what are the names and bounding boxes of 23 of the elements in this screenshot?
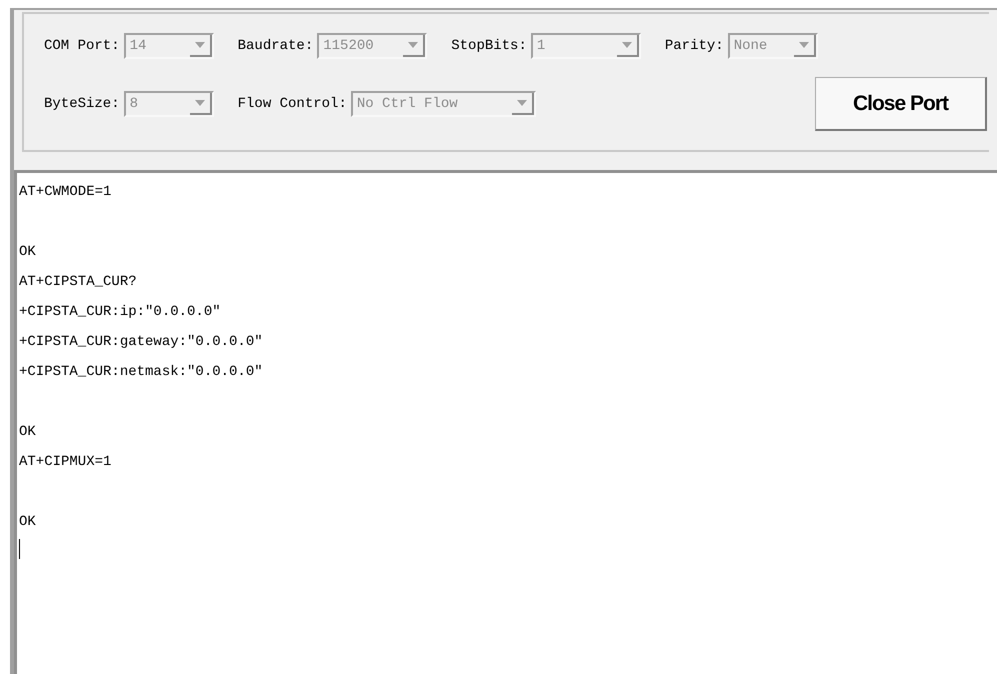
field-label: StopBits: <box>451 36 527 56</box>
field-label: Flow Control: <box>238 94 347 114</box>
dropdown-value: 8 <box>128 94 140 114</box>
dropdown-value: 115200 <box>322 36 375 56</box>
dropdown-value: No Ctrl Flow <box>356 94 459 114</box>
close-port-button[interactable]: Close Port <box>815 77 987 131</box>
terminal-line: OK <box>19 423 36 442</box>
terminal-line: AT+CIPMUX=1 <box>19 453 112 472</box>
terminal-output[interactable]: AT+CWMODE=1 OK AT+CIPSTA_CUR? +CIPSTA_CUR:ip:"0.0.0.0" +CIPSTA_CUR:gateway:"0.0.0.0" +CIPSTA_CUR:netmask:"0.0.0.0" OK AT+CIPMUX=1 OK <box>14 170 997 674</box>
terminal-line: OK <box>19 243 36 262</box>
field-label: Baudrate: <box>238 36 314 56</box>
field-label: ByteSize: <box>44 94 120 114</box>
terminal-line: AT+CIPSTA_CUR? <box>19 273 137 292</box>
terminal-line: +CIPSTA_CUR:ip:"0.0.0.0" <box>19 303 221 322</box>
terminal-line: +CIPSTA_CUR:gateway:"0.0.0.0" <box>19 333 263 352</box>
field-label: COM Port: <box>44 36 120 56</box>
dropdown-value: None <box>732 36 768 56</box>
dropdown-value: 14 <box>128 36 148 56</box>
terminal-line: AT+CWMODE=1 <box>19 183 112 202</box>
terminal-line: +CIPSTA_CUR:netmask:"0.0.0.0" <box>19 363 263 382</box>
field-label: Parity: <box>664 36 724 56</box>
dropdown-value: 1 <box>536 36 546 56</box>
terminal-line: OK <box>19 513 36 532</box>
